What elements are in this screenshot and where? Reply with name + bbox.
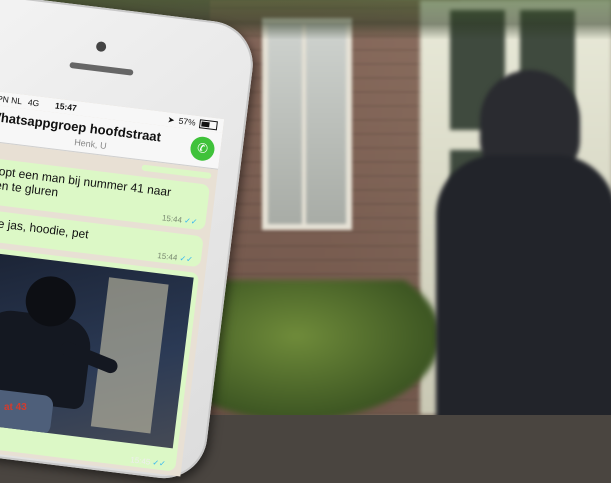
double-check-icon: ✓✓ [183, 216, 199, 227]
chat-thread[interactable]: Er loopt een man bij nummer 41 naar binn… [0, 139, 218, 477]
photo-message[interactable]: 15:45 ✓✓ [0, 243, 200, 472]
carrier-label: •••○ KPN NL [0, 91, 23, 107]
message-time: 15:44 [161, 213, 183, 225]
double-check-icon: ✓✓ [179, 253, 194, 264]
hooded-person [418, 70, 611, 415]
whatsapp-icon[interactable]: ✆ [189, 135, 216, 163]
shrub [200, 280, 440, 415]
message-meta: 15:45 ✓✓ [130, 455, 167, 468]
message-text: Zwarte jas, hoodie, pet [0, 212, 90, 242]
house-window [262, 18, 352, 230]
message-time: 15:44 [156, 250, 178, 263]
location-icon: ➤ [167, 113, 176, 125]
message-time: 15:45 [129, 455, 151, 467]
network-label: 4G [27, 97, 40, 109]
double-check-icon: ✓✓ [151, 458, 167, 469]
burglar-photo[interactable] [0, 249, 194, 449]
battery-percent: 57% [178, 115, 197, 128]
footer-caption: at 43 [4, 402, 27, 413]
chat-members: Henk, U [73, 137, 108, 151]
clock: 15:47 [54, 100, 78, 114]
message-meta: 15:44 ✓✓ [161, 214, 198, 228]
message-meta: 15:44 ✓✓ [157, 251, 194, 265]
battery-icon [199, 118, 218, 130]
